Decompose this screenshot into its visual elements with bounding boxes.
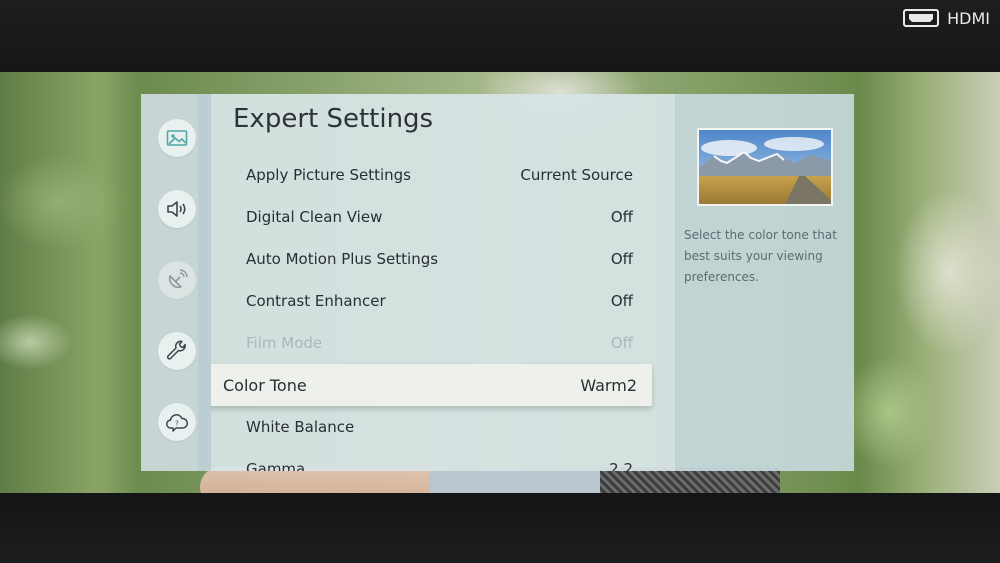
letterbox-top bbox=[0, 0, 1000, 72]
input-source-badge: HDMI bbox=[903, 6, 990, 30]
page-title: Expert Settings bbox=[233, 104, 434, 134]
picture-icon bbox=[166, 130, 188, 146]
menu-item-value: Off bbox=[610, 292, 633, 310]
hdmi-port-icon bbox=[903, 9, 940, 27]
letterbox-bottom bbox=[0, 493, 1000, 563]
menu-item-contrast-enhancer[interactable]: Contrast Enhancer Off bbox=[223, 280, 657, 322]
menu-item-white-balance[interactable]: White Balance bbox=[223, 406, 657, 448]
menu-item-label: Contrast Enhancer bbox=[246, 292, 386, 310]
menu-item-label: White Balance bbox=[246, 418, 355, 436]
broadcasting-category-button[interactable] bbox=[158, 261, 196, 299]
preview-thumbnail bbox=[697, 128, 833, 206]
menu-item-label: Auto Motion Plus Settings bbox=[246, 250, 439, 268]
satellite-dish-icon bbox=[168, 269, 188, 289]
wrench-icon bbox=[166, 340, 186, 360]
speaker-icon bbox=[167, 201, 186, 217]
menu-item-label: Gamma bbox=[246, 460, 306, 471]
menu-item-label: Apply Picture Settings bbox=[246, 166, 411, 184]
menu-list: Expert Settings Apply Picture Settings C… bbox=[211, 94, 675, 471]
menu-item-film-mode: Film Mode Off bbox=[223, 322, 657, 364]
menu-item-auto-motion-plus[interactable]: Auto Motion Plus Settings Off bbox=[223, 238, 657, 280]
setting-description: Select the color tone that best suits yo… bbox=[684, 228, 837, 284]
menu-item-apply-picture-settings[interactable]: Apply Picture Settings Current Source bbox=[223, 154, 657, 196]
menu-item-digital-clean-view[interactable]: Digital Clean View Off bbox=[223, 196, 657, 238]
svg-text:?: ? bbox=[175, 420, 179, 428]
input-source-label: HDMI bbox=[947, 8, 990, 28]
menu-item-color-tone[interactable]: Color Tone Warm2 bbox=[211, 364, 652, 406]
menu-item-label: Film Mode bbox=[246, 334, 323, 352]
menu-item-value: Off bbox=[610, 250, 633, 268]
menu-item-label: Color Tone bbox=[223, 375, 307, 395]
menu-item-gamma[interactable]: Gamma 2.2 bbox=[223, 448, 657, 471]
menu-item-value: Off bbox=[610, 208, 633, 226]
menu-item-value: Current Source bbox=[520, 166, 633, 184]
menu-item-label: Digital Clean View bbox=[246, 208, 383, 226]
settings-panel: ? Expert Settings Apply Picture Settings… bbox=[141, 94, 854, 471]
picture-category-button[interactable] bbox=[158, 119, 196, 157]
category-rail: ? bbox=[141, 94, 211, 471]
cloud-question-icon: ? bbox=[166, 414, 189, 432]
info-pane: Select the color tone that best suits yo… bbox=[675, 94, 854, 471]
support-category-button[interactable]: ? bbox=[158, 403, 196, 441]
menu-item-value: 2.2 bbox=[609, 460, 633, 471]
menu-item-value: Off bbox=[610, 334, 633, 352]
menu-item-value: Warm2 bbox=[580, 375, 637, 395]
sound-category-button[interactable] bbox=[158, 190, 196, 228]
general-category-button[interactable] bbox=[158, 332, 196, 370]
